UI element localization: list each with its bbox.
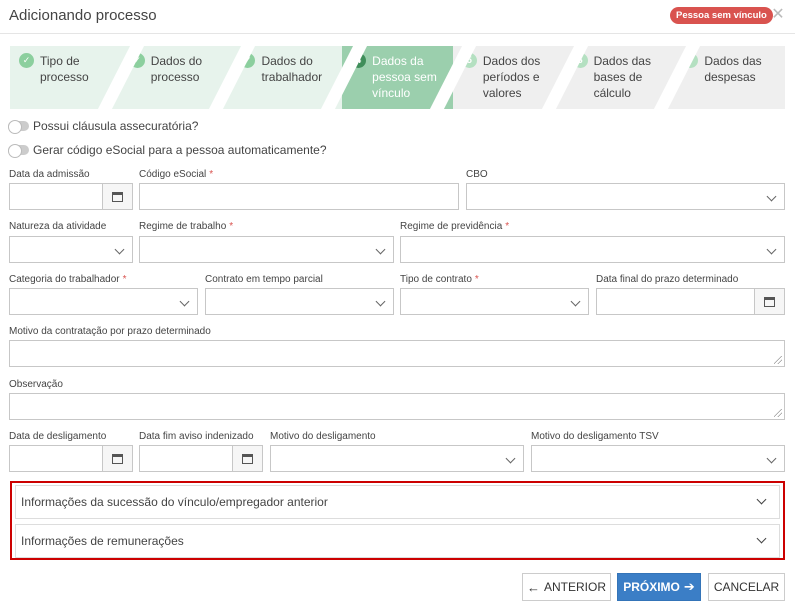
chevron-down-icon	[570, 296, 581, 307]
tipo-contrato-select[interactable]	[400, 288, 589, 315]
chevron-down-icon	[375, 244, 386, 255]
calendar-icon	[764, 296, 775, 307]
data-desligamento-label: Data de desligamento	[9, 431, 107, 442]
calendar-icon	[242, 453, 253, 464]
chevron-down-icon	[766, 191, 777, 202]
calendar-button[interactable]	[102, 184, 132, 209]
chevron-down-icon	[179, 296, 190, 307]
esocial-toggle[interactable]	[8, 144, 29, 158]
required-marker: *	[474, 274, 479, 285]
categoria-label: Categoria do trabalhador	[9, 274, 120, 285]
chevron-down-icon	[766, 453, 777, 464]
clausula-toggle-label: Possui cláusula assecuratória?	[33, 119, 199, 133]
data-final-prazo-field[interactable]	[596, 288, 785, 315]
step-label: valores	[482, 86, 522, 100]
person-type-badge: Pessoa sem vínculo	[670, 7, 773, 24]
step-label: Dados da	[372, 54, 424, 68]
step-label: despesas	[704, 70, 756, 84]
motivo-contratacao-textarea[interactable]	[9, 340, 785, 367]
data-fim-aviso-label: Data fim aviso indenizado	[139, 431, 254, 442]
chevron-down-icon	[756, 533, 767, 544]
chevron-down-icon	[756, 494, 767, 505]
resize-grip-icon[interactable]	[774, 409, 782, 417]
data-admissao-label: Data da admissão	[9, 169, 90, 180]
accordion-remuneracoes[interactable]: Informações de remunerações	[15, 524, 780, 558]
natureza-select[interactable]	[9, 236, 133, 263]
data-final-prazo-label: Data final do prazo determinado	[596, 274, 739, 285]
proximo-label: PRÓXIMO	[623, 580, 680, 594]
regime-trabalho-label: Regime de trabalho	[139, 221, 227, 232]
observacao-textarea[interactable]	[9, 393, 785, 420]
step-label: bases de	[593, 70, 643, 84]
proximo-button[interactable]: PRÓXIMO ➔	[617, 573, 701, 601]
step-label: pessoa sem	[372, 70, 437, 84]
data-desligamento-field[interactable]	[9, 445, 133, 472]
motivo-desligamento-tsv-select[interactable]	[531, 445, 785, 472]
anterior-button[interactable]: ← ANTERIOR	[522, 573, 611, 601]
check-icon: ✓	[19, 53, 34, 68]
calendar-button[interactable]	[754, 289, 784, 314]
observacao-label: Observação	[9, 379, 63, 390]
cancelar-label: CANCELAR	[713, 580, 780, 594]
calendar-button[interactable]	[232, 446, 262, 471]
modal-title: Adicionando processo	[9, 7, 157, 24]
close-icon[interactable]: ✕	[770, 7, 786, 23]
codigo-esocial-label: Código eSocial	[139, 169, 207, 180]
accordion-sucessao-label: Informações da sucessão do vínculo/empre…	[21, 495, 328, 509]
step-label: cálculo	[593, 86, 631, 100]
chevron-down-icon	[766, 244, 777, 255]
step-label: processo	[150, 70, 200, 84]
chevron-down-icon	[505, 453, 516, 464]
motivo-contratacao-label: Motivo da contratação por prazo determin…	[9, 326, 211, 337]
step-label: Dados do	[261, 54, 313, 68]
resize-grip-icon[interactable]	[774, 356, 782, 364]
regime-previdencia-label: Regime de previdência	[400, 221, 503, 232]
calendar-icon	[112, 453, 123, 464]
esocial-toggle-label: Gerar código eSocial para a pessoa autom…	[33, 143, 327, 157]
step-label: períodos e	[482, 70, 540, 84]
data-fim-aviso-field[interactable]	[139, 445, 263, 472]
cbo-select[interactable]	[466, 183, 785, 210]
required-marker: *	[209, 169, 214, 180]
clausula-toggle[interactable]	[8, 120, 29, 134]
highlight-box: Informações da sucessão do vínculo/empre…	[10, 481, 785, 560]
calendar-button[interactable]	[102, 446, 132, 471]
regime-previdencia-select[interactable]	[400, 236, 785, 263]
step-label: processo	[40, 70, 89, 84]
categoria-select[interactable]	[9, 288, 198, 315]
codigo-esocial-field[interactable]	[139, 183, 459, 210]
step-label: Dados do	[150, 54, 203, 68]
modal-header: Adicionando processo Pessoa sem vínculo …	[0, 0, 795, 33]
step-label: Dados das	[593, 54, 651, 68]
contrato-parcial-select[interactable]	[205, 288, 394, 315]
motivo-desligamento-label: Motivo do desligamento	[270, 431, 376, 442]
motivo-desligamento-tsv-label: Motivo do desligamento TSV	[531, 431, 659, 442]
required-marker: *	[505, 221, 510, 232]
arrow-right-icon: ➔	[683, 579, 695, 594]
natureza-label: Natureza da atividade	[9, 221, 107, 232]
motivo-desligamento-select[interactable]	[270, 445, 524, 472]
arrow-left-icon: ←	[526, 579, 540, 595]
required-marker: *	[122, 274, 127, 285]
step-label: trabalhador	[261, 70, 323, 84]
accordion-remuneracoes-label: Informações de remunerações	[21, 534, 184, 548]
cbo-label: CBO	[466, 169, 488, 180]
data-admissao-field[interactable]	[9, 183, 133, 210]
header-divider	[0, 33, 795, 34]
chevron-down-icon	[375, 296, 386, 307]
regime-trabalho-select[interactable]	[139, 236, 394, 263]
step-label: vínculo	[372, 86, 411, 100]
step-label: Dados dos	[482, 54, 541, 68]
required-marker: *	[229, 221, 234, 232]
calendar-icon	[112, 191, 123, 202]
contrato-parcial-label: Contrato em tempo parcial	[205, 274, 323, 285]
chevron-down-icon	[114, 244, 125, 255]
wizard-steps: ✓ Tipo de processo ✓ Dados do processo ✓ D…	[10, 46, 786, 109]
tipo-contrato-label: Tipo de contrato	[400, 274, 472, 285]
cancelar-button[interactable]: CANCELAR	[708, 573, 785, 601]
anterior-label: ANTERIOR	[543, 580, 606, 594]
accordion-sucessao[interactable]: Informações da sucessão do vínculo/empre…	[15, 485, 780, 519]
step-label: Tipo de	[40, 54, 80, 68]
step-label: Dados das	[704, 54, 762, 68]
